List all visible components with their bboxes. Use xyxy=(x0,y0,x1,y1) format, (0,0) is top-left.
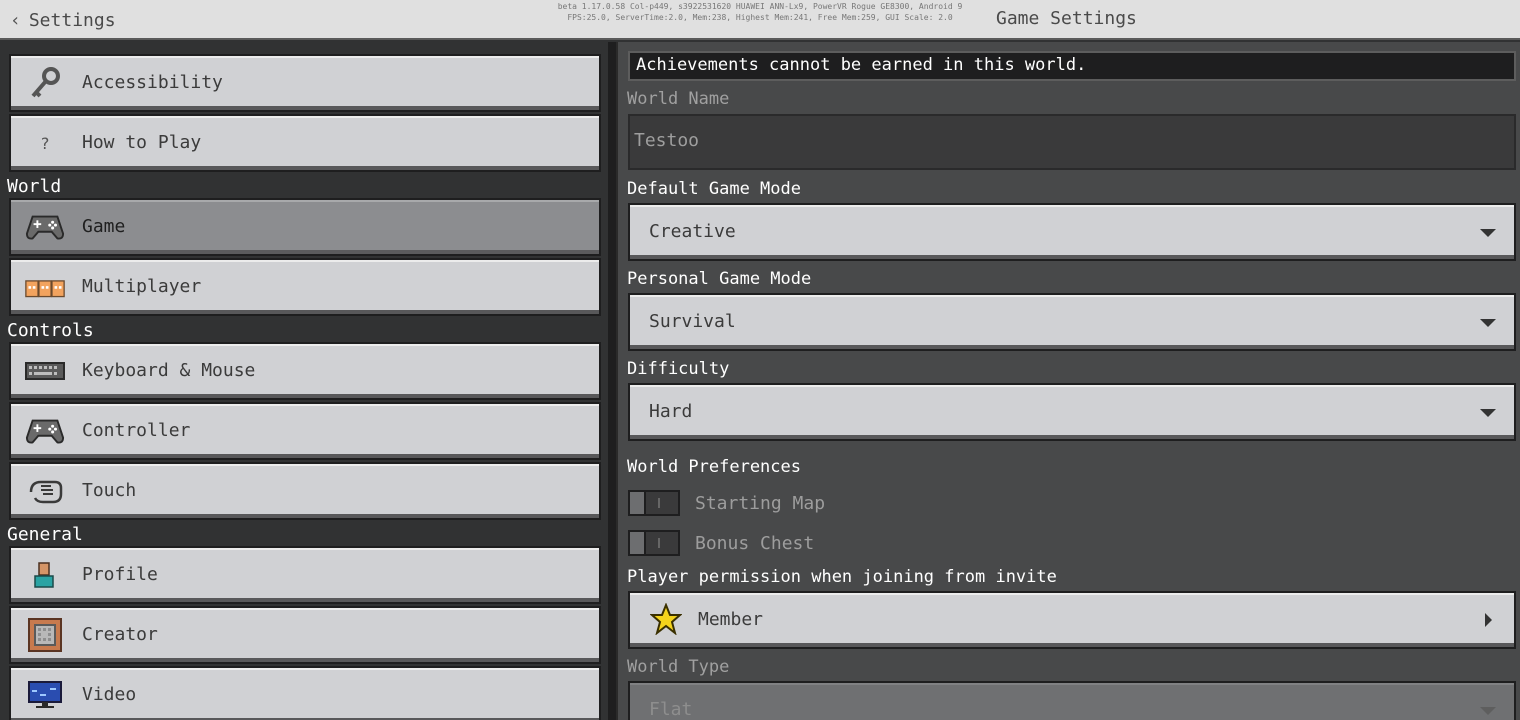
debug-line-1: beta 1.17.0.58 Col-p449, s3922531620 HUA… xyxy=(557,2,963,11)
toggle-switch[interactable] xyxy=(628,490,680,516)
dropdown-value: Member xyxy=(698,609,764,630)
game-settings-panel: Achievements cannot be earned in this wo… xyxy=(616,42,1520,720)
touch-icon xyxy=(25,474,65,508)
sidebar-item-label: Profile xyxy=(82,564,158,585)
toggle-tick xyxy=(658,538,660,548)
caret-down-icon xyxy=(1480,319,1496,327)
player-permission-button[interactable]: Member xyxy=(628,591,1516,649)
creator-icon xyxy=(25,618,65,652)
sidebar-item-how-to-play[interactable]: ? How to Play xyxy=(9,114,601,172)
chevron-right-icon xyxy=(1485,613,1492,627)
section-general: General xyxy=(7,524,83,545)
caret-down-icon xyxy=(1480,229,1496,237)
player-permission-label: Player permission when joining from invi… xyxy=(627,567,1057,587)
page-title: Game Settings xyxy=(996,8,1137,29)
sidebar-item-label: Accessibility xyxy=(82,72,223,93)
profile-icon xyxy=(25,558,65,592)
dropdown-value: Flat xyxy=(649,699,693,720)
starting-map-label: Starting Map xyxy=(695,493,826,514)
keyboard-icon xyxy=(25,354,65,388)
difficulty-label: Difficulty xyxy=(627,359,730,379)
section-world: World xyxy=(7,176,62,197)
sidebar-item-label: Touch xyxy=(82,480,137,501)
back-label: Settings xyxy=(28,9,116,31)
sidebar-item-keyboard-mouse[interactable]: Keyboard & Mouse xyxy=(9,342,601,400)
dropdown-value: Hard xyxy=(649,401,693,422)
world-type-label: World Type xyxy=(627,657,730,677)
personal-game-mode-label: Personal Game Mode xyxy=(627,269,812,289)
question-icon: ? xyxy=(40,133,50,153)
debug-line-2: FPS:25.0, ServerTime:2.0, Mem:238, Highe… xyxy=(567,13,953,22)
dropdown-value: Creative xyxy=(649,221,736,242)
section-controls: Controls xyxy=(7,320,94,341)
default-game-mode-dropdown[interactable]: Creative xyxy=(628,203,1516,261)
sidebar-item-label: How to Play xyxy=(82,132,202,153)
back-button[interactable]: ‹ Settings xyxy=(10,8,116,32)
sidebar-item-creator[interactable]: Creator xyxy=(9,606,601,664)
personal-game-mode-dropdown[interactable]: Survival xyxy=(628,293,1516,351)
panel-divider xyxy=(608,42,616,720)
world-name-label: World Name xyxy=(627,89,730,109)
sidebar-item-multiplayer[interactable]: Multiplayer xyxy=(9,258,601,316)
world-name-input[interactable]: Testoo xyxy=(628,114,1516,170)
toggle-tick xyxy=(658,498,660,508)
sidebar-item-label: Game xyxy=(82,216,126,237)
caret-down-icon xyxy=(1480,409,1496,417)
top-bar: ‹ Settings beta 1.17.0.58 Col-p449, s392… xyxy=(0,0,1520,40)
sidebar-item-label: Creator xyxy=(82,624,158,645)
controller-icon xyxy=(25,414,65,448)
sidebar-item-label: Multiplayer xyxy=(82,276,202,297)
toggle-switch[interactable] xyxy=(628,530,680,556)
achievements-notice: Achievements cannot be earned in this wo… xyxy=(628,51,1516,81)
difficulty-dropdown[interactable]: Hard xyxy=(628,383,1516,441)
key-icon xyxy=(25,66,65,100)
bonus-chest-label: Bonus Chest xyxy=(695,533,815,554)
sidebar-item-video[interactable]: Video xyxy=(9,666,601,720)
caret-down-icon xyxy=(1480,707,1496,715)
chevron-left-icon: ‹ xyxy=(10,9,21,31)
sidebar-item-label: Video xyxy=(82,684,137,705)
sidebar-item-controller[interactable]: Controller xyxy=(9,402,601,460)
toggle-knob xyxy=(628,530,646,556)
world-type-dropdown: Flat xyxy=(628,681,1516,720)
settings-sidebar: Accessibility ? How to Play World Game M… xyxy=(0,42,608,720)
monitor-icon xyxy=(25,678,65,712)
toggle-knob xyxy=(628,490,646,516)
sidebar-item-touch[interactable]: Touch xyxy=(9,462,601,520)
default-game-mode-label: Default Game Mode xyxy=(627,179,801,199)
players-icon xyxy=(25,270,65,304)
star-icon xyxy=(649,602,683,639)
sidebar-item-game[interactable]: Game xyxy=(9,198,601,256)
world-preferences-label: World Preferences xyxy=(627,457,801,477)
sidebar-item-label: Keyboard & Mouse xyxy=(82,360,256,381)
sidebar-item-profile[interactable]: Profile xyxy=(9,546,601,604)
dropdown-value: Survival xyxy=(649,311,736,332)
sidebar-item-label: Controller xyxy=(82,420,191,441)
gamepad-icon xyxy=(25,210,65,244)
sidebar-item-accessibility[interactable]: Accessibility xyxy=(9,54,601,112)
debug-info: beta 1.17.0.58 Col-p449, s3922531620 HUA… xyxy=(530,1,990,23)
